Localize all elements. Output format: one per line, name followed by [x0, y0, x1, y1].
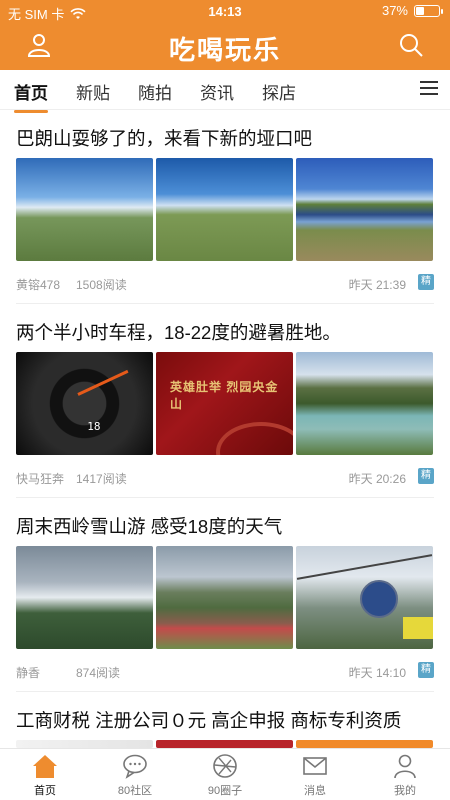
- tab-news[interactable]: 资讯: [200, 79, 234, 104]
- nav-home[interactable]: 首页: [0, 753, 90, 798]
- post-image[interactable]: [156, 546, 293, 649]
- post-author[interactable]: 黄镕478: [16, 276, 60, 293]
- search-icon[interactable]: [398, 32, 424, 58]
- nav-label: 消息: [304, 785, 326, 797]
- post-images: 18 英雄肚举 烈园央金山: [16, 352, 433, 455]
- post-image[interactable]: 英雄肚举 烈园央金山: [156, 352, 293, 455]
- status-bar: 无 SIM 卡 14:13 37%: [0, 0, 450, 22]
- mail-icon: [303, 757, 327, 775]
- post-title[interactable]: 巴朗山耍够了的，来看下新的垭口吧: [16, 125, 312, 151]
- dashboard-readout: 18: [87, 419, 101, 433]
- post-title[interactable]: 工商财税 注册公司０元 高企申报 商标专利资质: [16, 707, 401, 733]
- post-image[interactable]: [296, 352, 433, 455]
- post-title[interactable]: 周末西岭雪山游 感受18度的天气: [16, 513, 282, 539]
- app-header: 无 SIM 卡 14:13 37% 吃喝玩乐: [0, 0, 450, 70]
- post-image[interactable]: [16, 740, 153, 748]
- post-image[interactable]: 18: [16, 352, 153, 455]
- divider: [16, 303, 434, 304]
- post-feed[interactable]: 巴朗山耍够了的，来看下新的垭口吧 黄镕478 1508阅读 昨天 21:39 精…: [0, 110, 450, 748]
- post-images: [16, 740, 433, 748]
- post-time: 昨天 21:39: [348, 278, 406, 292]
- nav-label: 首页: [34, 785, 56, 797]
- post-title[interactable]: 两个半小时车程，18-22度的避暑胜地。: [16, 319, 341, 345]
- menu-icon[interactable]: [420, 81, 438, 97]
- nav-label: 我的: [394, 785, 416, 797]
- battery-icon: [414, 4, 443, 17]
- post-image[interactable]: [156, 158, 293, 261]
- status-right: 37%: [381, 3, 443, 18]
- divider: [16, 691, 434, 692]
- post-time: 昨天 14:10: [348, 666, 406, 680]
- divider: [16, 497, 434, 498]
- app-title: 吃喝玩乐: [168, 35, 281, 65]
- featured-badge: 精: [418, 468, 434, 484]
- tab-home[interactable]: 首页: [14, 79, 48, 113]
- home-icon: [33, 755, 57, 778]
- post-meta: 静香 874阅读 昨天 14:10 精: [16, 662, 434, 682]
- post-read-count: 1417阅读: [76, 472, 127, 486]
- tab-new-posts[interactable]: 新贴: [76, 79, 110, 104]
- post-image[interactable]: [296, 546, 433, 649]
- aperture-icon: [213, 754, 237, 778]
- post-author[interactable]: 静香: [16, 664, 40, 681]
- nav-label: 80社区: [117, 785, 153, 797]
- post-image[interactable]: [16, 158, 153, 261]
- post-image[interactable]: [296, 158, 433, 261]
- post-author[interactable]: 快马狂奔: [16, 470, 64, 487]
- chat-bubble-icon: [123, 754, 147, 779]
- post-image[interactable]: [156, 740, 293, 748]
- post-image[interactable]: [296, 740, 433, 748]
- red-sign-text: 英雄肚举 烈园央金山: [170, 380, 279, 411]
- featured-badge: 精: [418, 274, 434, 290]
- tab-store-visits[interactable]: 探店: [262, 79, 296, 104]
- post-images: [16, 546, 433, 649]
- nav-circles[interactable]: 90圈子: [180, 753, 270, 798]
- post-images: [16, 158, 433, 261]
- tab-snapshots[interactable]: 随拍: [138, 79, 172, 104]
- post-read-count: 1508阅读: [76, 278, 127, 292]
- nav-messages[interactable]: 消息: [270, 753, 360, 798]
- nav-label: 90圈子: [207, 785, 243, 797]
- post-image[interactable]: [16, 546, 153, 649]
- person-icon: [394, 754, 416, 779]
- featured-badge: 精: [418, 662, 434, 678]
- app-bar: 吃喝玩乐: [0, 22, 450, 70]
- bottom-nav: 首页 80社区 90圈子 消息 我的: [0, 748, 450, 800]
- post-time: 昨天 20:26: [348, 472, 406, 486]
- post-read-count: 874阅读: [76, 666, 121, 680]
- nav-community[interactable]: 80社区: [90, 753, 180, 798]
- post-meta: 快马狂奔 1417阅读 昨天 20:26 精: [16, 468, 434, 488]
- battery-percent: 37%: [381, 3, 408, 18]
- nav-profile[interactable]: 我的: [360, 753, 450, 798]
- category-tabs: 首页 新贴 随拍 资讯 探店: [0, 70, 450, 113]
- post-meta: 黄镕478 1508阅读 昨天 21:39 精: [16, 274, 434, 294]
